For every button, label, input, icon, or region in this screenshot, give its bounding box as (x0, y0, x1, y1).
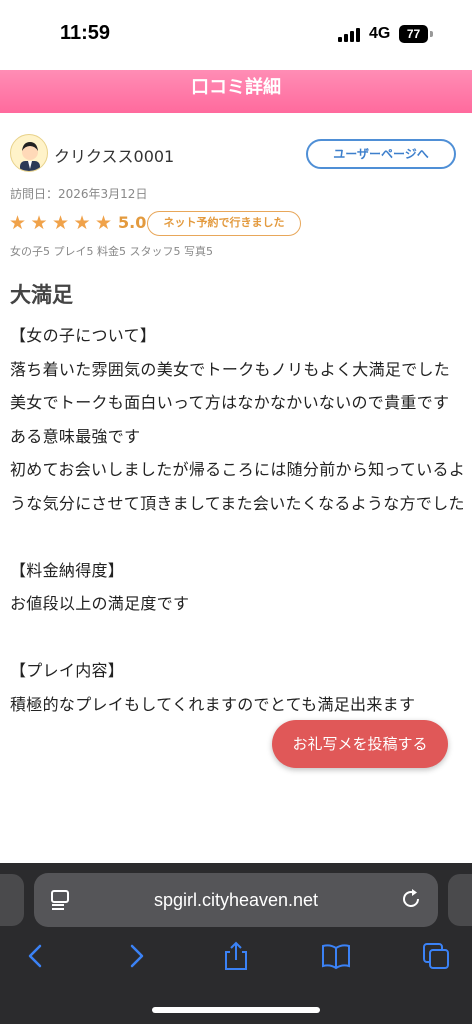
avatar (10, 134, 48, 172)
review-body: 【女の子について】 落ち着いた雰囲気の美女でトークもノリもよく大満足でした 美女… (10, 326, 466, 714)
forward-icon[interactable] (120, 940, 152, 972)
reload-icon[interactable] (400, 888, 422, 910)
user-page-button[interactable]: ユーザーページへ (306, 139, 456, 169)
previous-tab-preview[interactable] (0, 874, 24, 926)
net-reservation-badge: ネット予約で行きました (147, 211, 301, 236)
network-type: 4G (369, 25, 391, 42)
user-name[interactable]: クリクスス0001 (54, 143, 174, 167)
url-text[interactable]: spgirl.cityheaven.net (34, 873, 438, 927)
back-icon[interactable] (20, 940, 52, 972)
star-icon: ★ (9, 212, 27, 234)
photo-post-button[interactable]: お礼写メを投稿する (272, 720, 448, 768)
review-title: 大満足 (10, 283, 73, 307)
page-title: 口コミ詳細 (191, 77, 281, 98)
visit-date: 訪問日：2026年3月12日 (10, 187, 148, 201)
tabs-icon[interactable] (420, 940, 452, 972)
home-indicator (152, 1007, 320, 1013)
battery-icon: 77 (399, 25, 428, 43)
next-tab-preview[interactable] (448, 874, 472, 926)
address-bar[interactable]: spgirl.cityheaven.net (34, 873, 438, 927)
rating-score: 5.0 (118, 213, 147, 232)
sub-scores: 女の子5 プレイ5 料金5 スタッフ5 写真5 (10, 245, 213, 258)
status-bar: 11:59 4G 77 (0, 0, 472, 70)
bookmarks-icon[interactable] (320, 940, 352, 972)
star-rating: ★ ★ ★ ★ ★ (9, 212, 117, 234)
page-header: 口コミ詳細 (0, 70, 472, 113)
share-icon[interactable] (220, 940, 252, 972)
star-icon: ★ (73, 212, 91, 234)
signal-icon (338, 28, 362, 42)
star-icon: ★ (30, 212, 48, 234)
star-icon: ★ (52, 212, 70, 234)
battery-tip (430, 31, 433, 37)
status-time: 11:59 (60, 22, 111, 44)
star-icon: ★ (95, 212, 113, 234)
